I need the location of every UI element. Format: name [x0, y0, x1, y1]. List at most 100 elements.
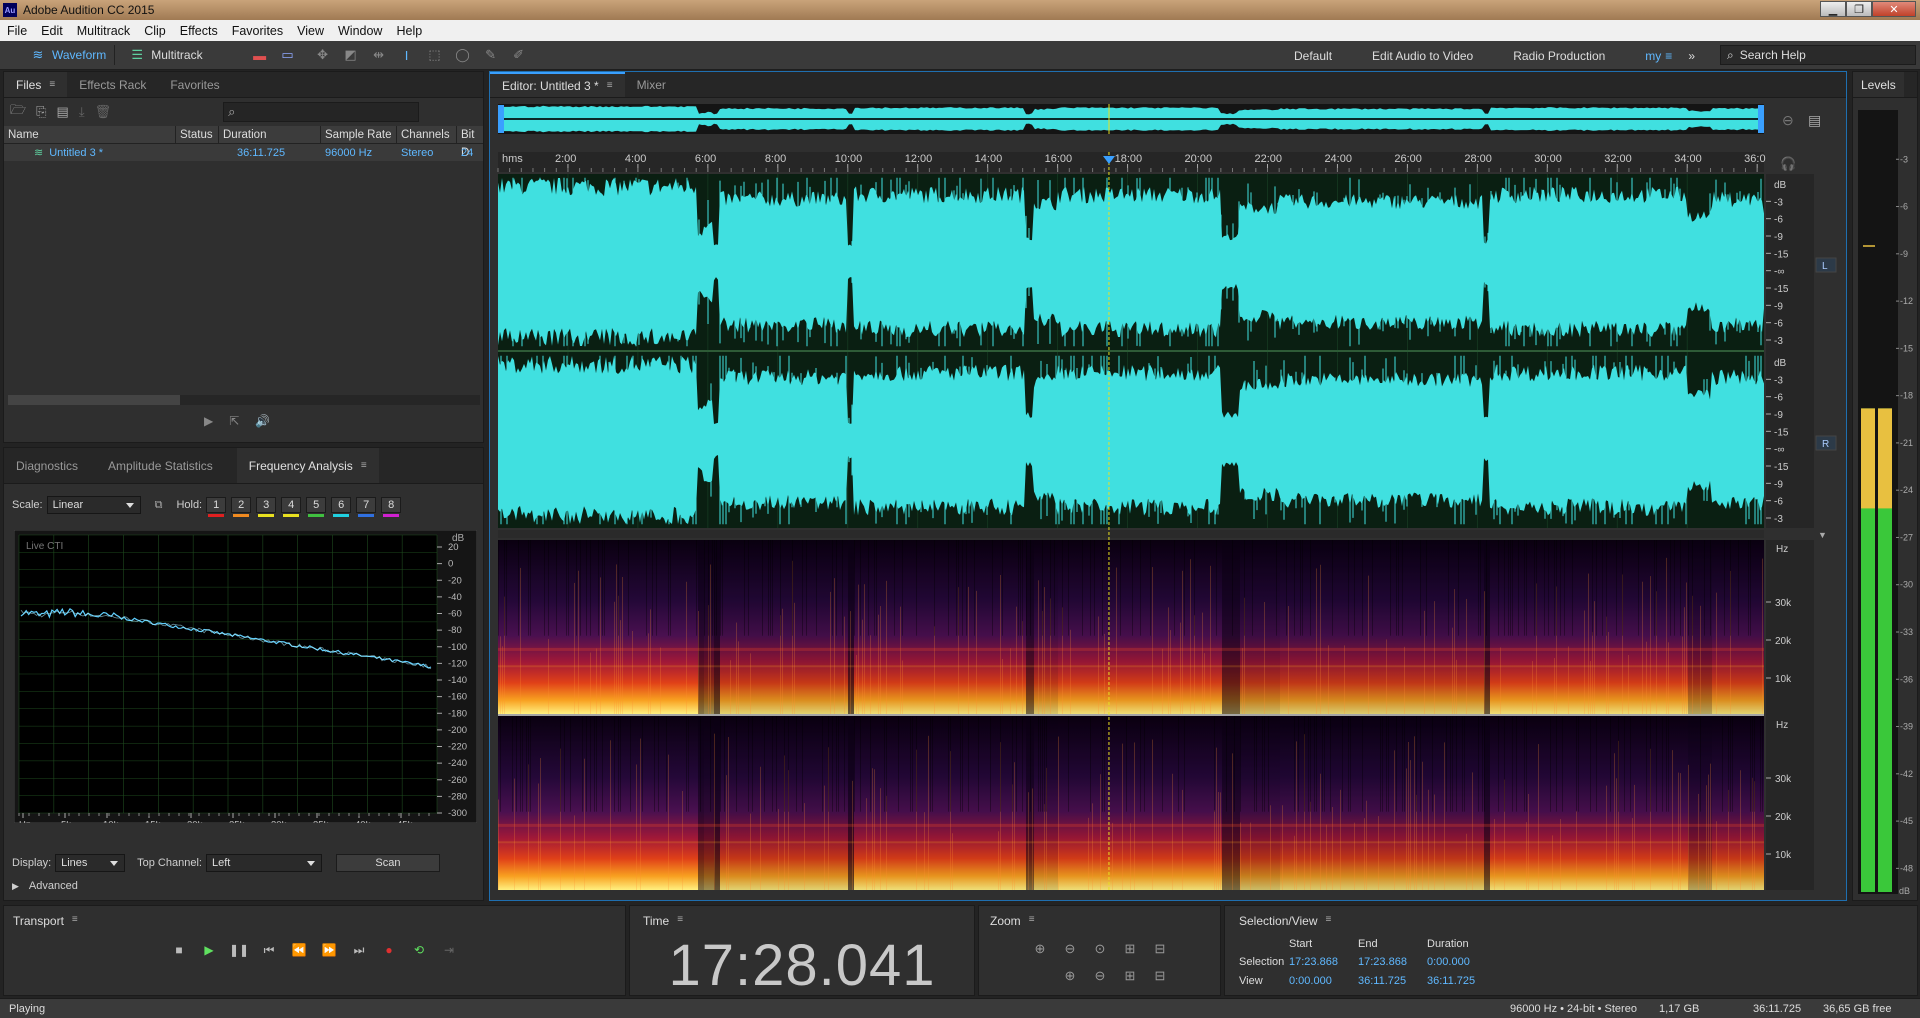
tab-files[interactable]: Files ≡ [4, 72, 68, 97]
hold-button-7[interactable]: 7 [356, 497, 377, 517]
marquee-tool-icon[interactable]: ⬚ [426, 47, 444, 63]
more-workspaces-icon[interactable]: » [1688, 49, 1695, 63]
hold-button-5[interactable]: 5 [306, 497, 327, 517]
panel-menu-icon[interactable]: ≡ [72, 914, 78, 928]
scale-select[interactable]: Linear [46, 496, 141, 514]
tab-levels[interactable]: Levels [1853, 72, 1904, 97]
maximize-button[interactable]: ❐ [1846, 1, 1872, 17]
zoom-in-time-icon[interactable]: ⊕ [1059, 966, 1081, 986]
delete-icon[interactable]: 🗑 [95, 104, 112, 120]
new-file-icon[interactable]: ▤ [57, 104, 69, 120]
export-icon[interactable]: ⇱ [229, 414, 239, 428]
menu-effects[interactable]: Effects [173, 24, 225, 38]
view-start[interactable]: 0:00.000 [1289, 975, 1332, 987]
spectral-frequency-icon[interactable]: ▬ [251, 47, 269, 63]
open-file-icon[interactable]: 🗁 [10, 101, 26, 123]
play-button[interactable]: ▶ [198, 939, 220, 961]
overview-waveform[interactable] [498, 105, 1764, 133]
rewind-button[interactable]: ⏪ [288, 939, 310, 961]
spectral-pitch-icon[interactable]: ▭ [279, 47, 297, 63]
workspace-my[interactable]: my [1625, 49, 1665, 63]
hold-button-8[interactable]: 8 [381, 497, 402, 517]
go-to-start-button[interactable]: ⏮ [258, 939, 280, 961]
menu-window[interactable]: Window [331, 24, 389, 38]
zoom-out-full-both-icon[interactable]: ⊟ [1149, 939, 1171, 959]
workspace-edit-audio-to-video[interactable]: Edit Audio to Video [1352, 49, 1493, 63]
hold-button-4[interactable]: 4 [281, 497, 302, 517]
menu-edit[interactable]: Edit [34, 24, 70, 38]
menu-help[interactable]: Help [389, 24, 429, 38]
files-scrollbar[interactable] [8, 395, 480, 405]
table-row[interactable]: ≋ Untitled 3 * 36:11.725 96000 Hz Stereo … [4, 144, 483, 161]
hold-button-6[interactable]: 6 [331, 497, 352, 517]
menu-multitrack[interactable]: Multitrack [70, 24, 137, 38]
move-tool-icon[interactable]: ✥ [314, 47, 332, 63]
col-bit-depth[interactable]: Bit D [457, 126, 482, 159]
headphones-icon[interactable]: 🎧 [1780, 156, 1796, 171]
view-end[interactable]: 36:11.725 [1358, 975, 1406, 987]
view-duration[interactable]: 36:11.725 [1427, 975, 1475, 987]
zoom-to-out-point-icon[interactable]: ⊟ [1149, 966, 1171, 986]
waveform-view-button[interactable]: ≋ Waveform [16, 45, 116, 65]
panel-menu-icon[interactable]: ≡ [677, 914, 683, 928]
tab-effects-rack[interactable]: Effects Rack [67, 72, 158, 97]
selection-start[interactable]: 17:23.868 [1289, 956, 1338, 968]
zoom-out-full-icon[interactable]: ⊙ [1089, 939, 1111, 959]
zoom-out-time-icon[interactable]: ⊖ [1089, 966, 1111, 986]
insert-icon[interactable]: ⤓ [79, 104, 85, 120]
menu-file[interactable]: File [0, 24, 34, 38]
skip-selection-button[interactable]: ⇥ [438, 939, 460, 961]
scan-button[interactable]: Scan [335, 854, 440, 872]
autoplay-icon[interactable]: 🔊 [255, 414, 270, 428]
minimize-button[interactable]: ▁ [1820, 1, 1846, 17]
zoom-out-full-icon[interactable]: ⊖ [1782, 112, 1794, 128]
workspace-radio-production[interactable]: Radio Production [1493, 49, 1625, 63]
col-channels[interactable]: Channels [397, 125, 457, 144]
close-button[interactable]: ✕ [1872, 1, 1916, 17]
tab-editor[interactable]: Editor: Untitled 3 * ≡ [490, 72, 625, 97]
advanced-toggle[interactable]: ▶ Advanced [12, 880, 78, 892]
overview-handle-right[interactable] [1758, 105, 1764, 133]
selection-end[interactable]: 17:23.868 [1358, 956, 1407, 968]
lasso-tool-icon[interactable]: ◯ [454, 47, 472, 63]
slip-tool-icon[interactable]: ⇹ [370, 47, 388, 63]
zoom-in-amplitude-icon[interactable]: ⊕ [1029, 939, 1051, 959]
import-file-icon[interactable]: ⎘ [36, 104, 46, 120]
tab-amplitude-statistics[interactable]: Amplitude Statistics [96, 448, 225, 483]
tab-frequency-analysis[interactable]: Frequency Analysis ≡ [236, 448, 379, 483]
zoom-to-selection-icon[interactable]: ⊞ [1119, 939, 1141, 959]
col-status[interactable]: Status [176, 125, 219, 144]
loop-button[interactable]: ⟲ [408, 939, 430, 961]
tab-diagnostics[interactable]: Diagnostics [4, 448, 90, 483]
menu-favorites[interactable]: Favorites [225, 24, 290, 38]
editor-canvas[interactable]: ⊖ ▤ hms 2:00 4:00 6:00 8:00 10:00 12:00 14:00 16… [490, 98, 1846, 900]
top-channel-select[interactable]: Left [205, 854, 322, 872]
spectral-splitter[interactable] [498, 530, 1764, 538]
play-preview-icon[interactable]: ▶ [204, 414, 213, 428]
hold-button-2[interactable]: 2 [231, 497, 252, 517]
record-button[interactable]: ● [378, 939, 400, 961]
splitter-arrow-icon[interactable]: ▼ [1818, 530, 1827, 540]
waveform-left-channel[interactable] [498, 177, 1764, 347]
panel-menu-icon[interactable]: ▤ [1808, 112, 1821, 128]
go-to-end-button[interactable]: ⏭ [348, 939, 370, 961]
menu-view[interactable]: View [290, 24, 331, 38]
panel-menu-icon[interactable]: ≡ [1326, 914, 1332, 928]
zoom-out-amplitude-icon[interactable]: ⊖ [1059, 939, 1081, 959]
workspace-default[interactable]: Default [1274, 49, 1352, 63]
multitrack-view-button[interactable]: ☰ Multitrack [115, 45, 210, 65]
copy-icon[interactable]: ⧉ [155, 499, 163, 512]
zoom-to-in-point-icon[interactable]: ⊞ [1119, 966, 1141, 986]
tab-favorites[interactable]: Favorites [158, 72, 231, 97]
display-select[interactable]: Lines [55, 854, 126, 872]
col-sample-rate[interactable]: Sample Rate [321, 125, 397, 144]
workspace-menu-icon[interactable]: ≡ [1665, 49, 1688, 63]
col-duration[interactable]: Duration [219, 125, 321, 144]
selection-duration[interactable]: 0:00.000 [1427, 956, 1470, 968]
menu-clip[interactable]: Clip [137, 24, 173, 38]
spot-healing-tool-icon[interactable]: ✐ [510, 47, 528, 63]
overview-handle-left[interactable] [498, 105, 504, 133]
search-help-field[interactable]: ⌕ Search Help [1720, 45, 1916, 65]
hold-button-3[interactable]: 3 [256, 497, 277, 517]
col-name[interactable]: Name [4, 125, 176, 144]
